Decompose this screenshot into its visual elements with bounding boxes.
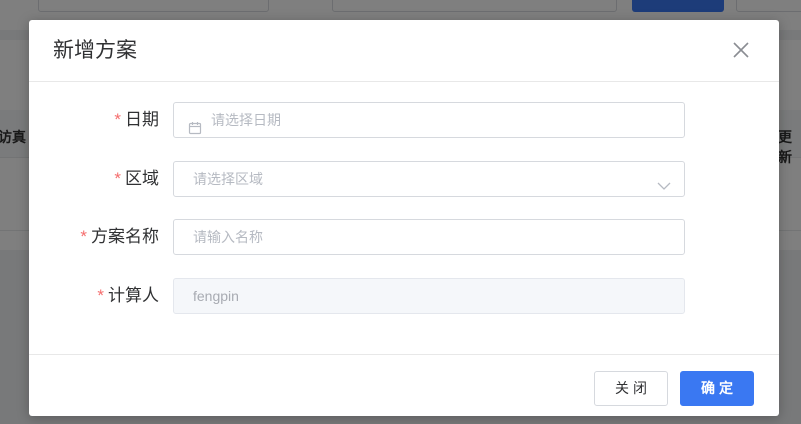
close-icon[interactable] — [729, 38, 753, 62]
calculator-input: fengpin — [173, 278, 685, 314]
confirm-button[interactable]: 确定 — [680, 371, 754, 406]
date-label: * 日期 — [114, 102, 159, 138]
plan-name-label: * 方案名称 — [80, 219, 159, 255]
required-mark: * — [114, 110, 121, 129]
form-row-region: * 区域 请选择区域 — [29, 161, 779, 197]
plan-name-placeholder: 请输入名称 — [193, 229, 263, 245]
calculator-label: * 计算人 — [97, 278, 159, 314]
plan-name-input[interactable]: 请输入名称 — [173, 219, 685, 255]
date-picker-input[interactable]: 请选择日期 — [173, 102, 685, 138]
dialog-title: 新增方案 — [53, 39, 137, 62]
calculator-value: fengpin — [193, 288, 239, 304]
form-row-calculator: * 计算人 fengpin — [29, 278, 779, 314]
date-label-text: 日期 — [125, 110, 159, 129]
region-label-text: 区域 — [125, 169, 159, 188]
required-mark: * — [80, 227, 87, 246]
region-select[interactable]: 请选择区域 — [173, 161, 685, 197]
calendar-icon — [188, 113, 202, 135]
close-button[interactable]: 关闭 — [594, 371, 668, 406]
region-label: * 区域 — [114, 161, 159, 197]
required-mark: * — [97, 286, 104, 305]
form-row-plan-name: * 方案名称 请输入名称 — [29, 219, 779, 255]
plan-name-label-text: 方案名称 — [91, 227, 159, 246]
region-placeholder: 请选择区域 — [193, 171, 263, 187]
dialog-footer: 关闭 确定 — [29, 354, 779, 416]
required-mark: * — [114, 169, 121, 188]
form-row-date: * 日期 请选择日期 — [29, 102, 779, 138]
add-plan-dialog: 新增方案 * 日期 请选择日期 * 区域 请选择区域 * 方案名称 请输入名称 … — [29, 20, 779, 416]
chevron-down-icon — [656, 172, 672, 190]
dialog-header: 新增方案 — [29, 20, 779, 82]
date-placeholder: 请选择日期 — [211, 112, 281, 128]
calculator-label-text: 计算人 — [108, 286, 159, 305]
